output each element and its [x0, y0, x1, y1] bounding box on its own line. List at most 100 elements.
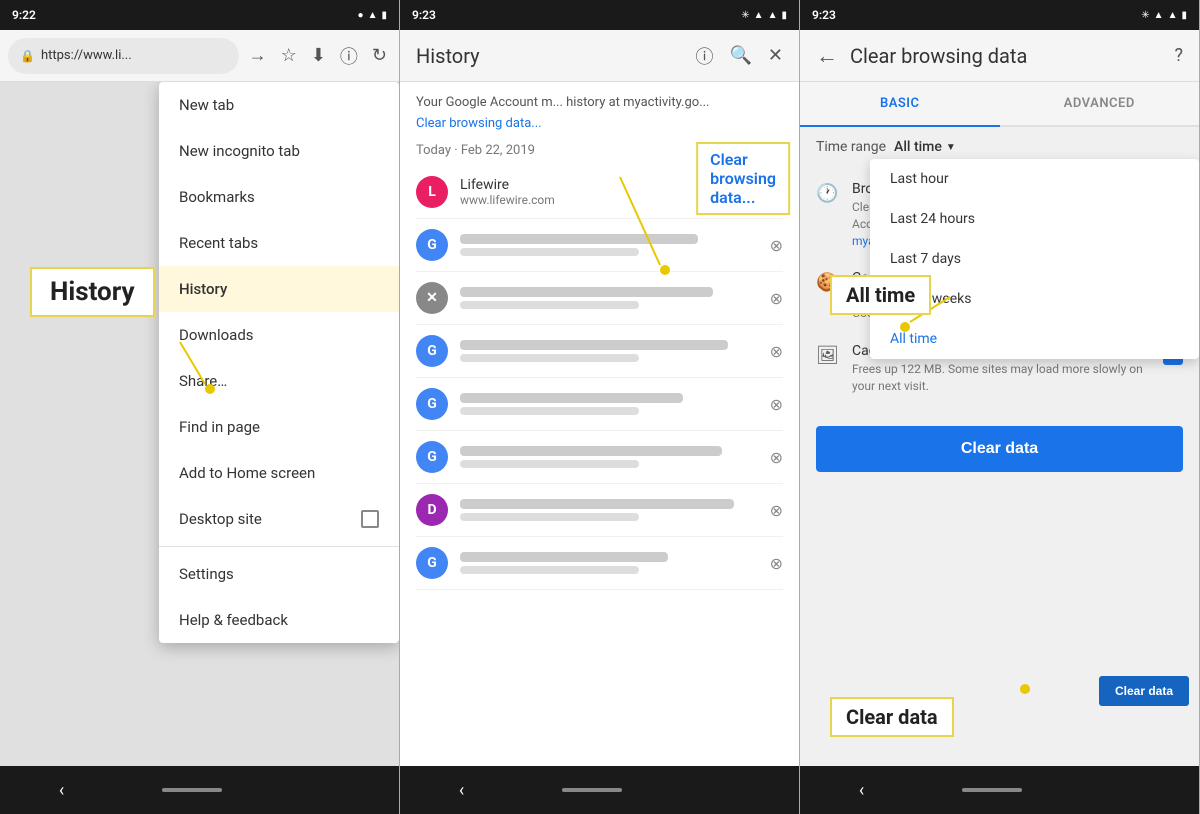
- dropdown-last-24[interactable]: Last 24 hours: [870, 199, 1199, 239]
- menu-item-add-home[interactable]: Add to Home screen: [159, 450, 399, 496]
- site-icon-6: D: [416, 494, 448, 526]
- tab-basic[interactable]: BASIC: [800, 82, 1000, 127]
- status-bar-3: 9:23 ✳ ▲ ▲ ▮: [800, 0, 1199, 30]
- status-time-2: 9:23: [412, 8, 436, 22]
- site-icon-2: ✕: [416, 282, 448, 314]
- remove-item-4[interactable]: ⊗: [770, 395, 783, 414]
- tab-advanced[interactable]: ADVANCED: [1000, 82, 1200, 125]
- history-item-3: G ⊗: [416, 325, 783, 378]
- dropdown-all-time[interactable]: All time: [870, 319, 1199, 359]
- menu-item-help[interactable]: Help & feedback: [159, 597, 399, 643]
- remove-item-6[interactable]: ⊗: [770, 501, 783, 520]
- address-pill[interactable]: 🔒 https://www.li...: [8, 38, 239, 74]
- bottom-nav-1: ‹: [0, 766, 399, 814]
- site-info-1: [460, 234, 758, 256]
- star-icon[interactable]: ☆: [277, 41, 301, 70]
- menu-item-bookmarks[interactable]: Bookmarks: [159, 174, 399, 220]
- signal-icon-2: ▲: [754, 10, 764, 21]
- history-header: History ⓘ 🔍 ✕: [400, 30, 799, 82]
- history-item-6: D ⊗: [416, 484, 783, 537]
- status-icons-2: ✳ ▲ ▲ ▮: [741, 10, 787, 21]
- dropdown-last-7[interactable]: Last 7 days: [870, 239, 1199, 279]
- dropdown-arrow-icon: ▼: [946, 142, 956, 153]
- desktop-checkbox[interactable]: [361, 510, 379, 528]
- chrome-address-bar[interactable]: 🔒 https://www.li... → ☆ ⬇ ⓘ ↻: [0, 30, 399, 82]
- menu-item-new-tab[interactable]: New tab: [159, 82, 399, 128]
- site-url-0: www.lifewire.com: [460, 193, 758, 207]
- time-range-row: Time range All time ▼: [816, 139, 1183, 155]
- refresh-icon[interactable]: ↻: [368, 41, 391, 70]
- site-icon-5: G: [416, 441, 448, 473]
- battery-icon-2: ▮: [781, 10, 787, 21]
- menu-item-recent-tabs[interactable]: Recent tabs: [159, 220, 399, 266]
- remove-item-3[interactable]: ⊗: [770, 342, 783, 361]
- history-notice: Your Google Account m... history at myac…: [416, 94, 783, 112]
- lock-icon: 🔒: [20, 49, 35, 63]
- menu-item-find[interactable]: Find in page: [159, 404, 399, 450]
- cbd-title: Clear browsing data: [850, 44, 1162, 68]
- time-range-label: Time range: [816, 139, 886, 155]
- status-bar-2: 9:23 ✳ ▲ ▲ ▮: [400, 0, 799, 30]
- clear-data-button[interactable]: Clear data: [816, 426, 1183, 472]
- clear-data-small-button[interactable]: Clear data: [1099, 676, 1189, 706]
- site-icon-4: G: [416, 388, 448, 420]
- history-search-icon[interactable]: 🔍: [729, 45, 751, 66]
- clear-browsing-link[interactable]: Clear browsing data...: [416, 116, 783, 131]
- battery-icon: ▮: [381, 10, 387, 21]
- remove-item-0[interactable]: ⊗: [770, 183, 783, 202]
- remove-item-2[interactable]: ⊗: [770, 289, 783, 308]
- blurred-title-7: [460, 552, 668, 562]
- blurred-title-1: [460, 234, 698, 244]
- site-info-4: [460, 393, 758, 415]
- site-icon-1: G: [416, 229, 448, 261]
- back-button-2[interactable]: ‹: [439, 772, 484, 809]
- home-bar-3: [962, 788, 1022, 792]
- status-time-1: 9:22: [12, 8, 36, 22]
- blurred-title-6: [460, 499, 734, 509]
- blurred-url-4: [460, 407, 639, 415]
- history-close-icon[interactable]: ✕: [768, 45, 783, 66]
- status-time-3: 9:23: [812, 8, 836, 22]
- cache-option-desc: Frees up 122 MB. Some sites may load mor…: [852, 361, 1151, 395]
- blurred-title-4: [460, 393, 683, 403]
- wifi-icon-2: ▲: [768, 10, 778, 21]
- menu-item-share[interactable]: Share…: [159, 358, 399, 404]
- history-item-2: ✕ ⊗: [416, 272, 783, 325]
- time-range-value: All time: [894, 139, 942, 155]
- bottom-nav-3: ‹: [800, 766, 1199, 814]
- menu-item-history[interactable]: History: [159, 266, 399, 312]
- download-icon[interactable]: ⬇: [307, 41, 330, 70]
- remove-item-1[interactable]: ⊗: [770, 236, 783, 255]
- cbd-back-icon[interactable]: ←: [816, 43, 838, 69]
- menu-item-settings[interactable]: Settings: [159, 551, 399, 597]
- all-time-dot: [900, 322, 910, 332]
- site-info-7: [460, 552, 758, 574]
- time-range-select[interactable]: All time ▼: [894, 139, 956, 155]
- battery-icon-3: ▮: [1181, 10, 1187, 21]
- history-info-icon[interactable]: ⓘ: [695, 43, 713, 69]
- cbd-tabs: BASIC ADVANCED: [800, 82, 1199, 127]
- signal-icon: ●: [358, 10, 364, 21]
- dropdown-last-4w[interactable]: Last 4 weeks: [870, 279, 1199, 319]
- info-icon[interactable]: ⓘ: [336, 39, 362, 73]
- site-info-6: [460, 499, 758, 521]
- back-button-3[interactable]: ‹: [839, 772, 884, 809]
- site-icon-3: G: [416, 335, 448, 367]
- dropdown-last-hour[interactable]: Last hour: [870, 159, 1199, 199]
- history-body: Your Google Account m... history at myac…: [400, 82, 799, 714]
- cbd-header: ← Clear browsing data ?: [800, 30, 1199, 82]
- clear-data-bottom-annotation: Clear data: [1099, 676, 1189, 706]
- forward-icon[interactable]: →: [245, 41, 271, 70]
- blurred-url-5: [460, 460, 639, 468]
- cbd-help-icon[interactable]: ?: [1174, 45, 1183, 66]
- menu-item-incognito[interactable]: New incognito tab: [159, 128, 399, 174]
- time-range-dropdown: Last hour Last 24 hours Last 7 days Last…: [870, 159, 1199, 359]
- menu-item-desktop[interactable]: Desktop site: [159, 496, 399, 542]
- signal-icon-3: ▲: [1154, 10, 1164, 21]
- menu-item-downloads[interactable]: Downloads: [159, 312, 399, 358]
- back-button-1[interactable]: ‹: [39, 772, 84, 809]
- remove-item-5[interactable]: ⊗: [770, 448, 783, 467]
- blurred-url-1: [460, 248, 639, 256]
- clear-data-dot: [1020, 684, 1030, 694]
- remove-item-7[interactable]: ⊗: [770, 554, 783, 573]
